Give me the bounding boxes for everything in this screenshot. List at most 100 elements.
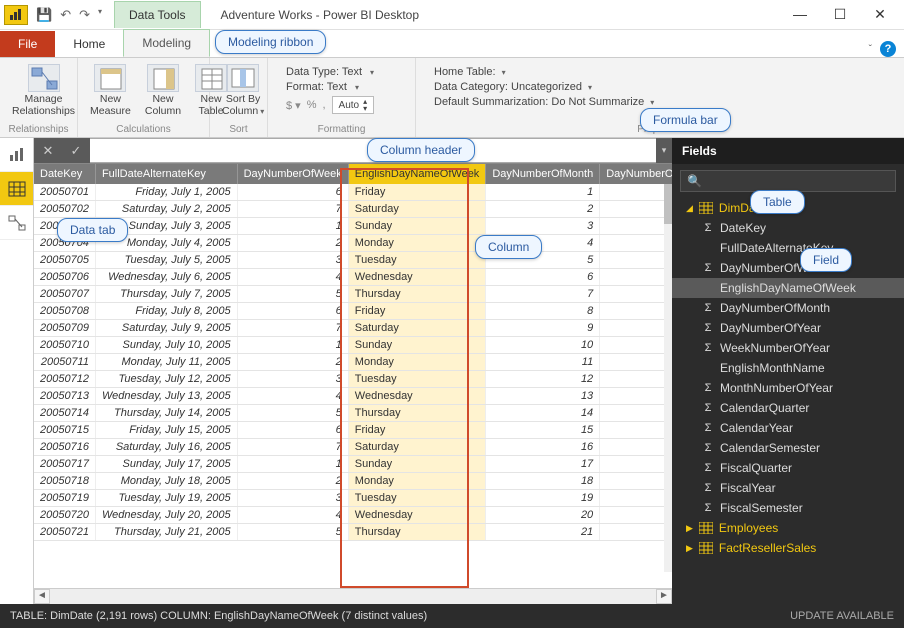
status-bar: TABLE: DimDate (2,191 rows) COLUMN: Engl… — [0, 604, 904, 628]
horizontal-scrollbar[interactable]: ◄ ► — [34, 588, 672, 604]
table-row[interactable]: 20050721Thursday, July 21, 20055Thursday… — [34, 524, 672, 541]
home-table-dropdown[interactable]: Home Table: — [434, 66, 654, 78]
data-tools-tab[interactable]: Data Tools — [114, 1, 200, 28]
percent-button[interactable]: % — [307, 99, 317, 111]
menu-bar: File Home Modeling ˇ ? — [0, 30, 904, 58]
fields-search-input[interactable]: 🔍 — [680, 170, 896, 192]
column-header-EnglishDayNameOfWeek[interactable]: EnglishDayNameOfWeek — [348, 164, 486, 184]
field-node-FiscalQuarter[interactable]: ΣFiscalQuarter — [672, 458, 904, 478]
decimal-auto-spinner[interactable]: Auto▴▾ — [332, 96, 375, 114]
collapse-ribbon-icon[interactable]: ˇ — [869, 44, 872, 55]
callout-formula-bar: Formula bar — [640, 108, 731, 132]
callout-field: Field — [800, 248, 852, 272]
field-node-DayNumberOfMonth[interactable]: ΣDayNumberOfMonth — [672, 298, 904, 318]
scroll-left-icon[interactable]: ◄ — [34, 589, 50, 604]
format-dropdown[interactable]: Format: Text — [286, 81, 374, 93]
field-node-CalendarYear[interactable]: ΣCalendarYear — [672, 418, 904, 438]
default-summarization-dropdown[interactable]: Default Summarization: Do Not Summarize — [434, 96, 654, 108]
formula-expand-icon[interactable]: ▾ — [656, 138, 672, 163]
app-icon — [4, 5, 28, 25]
field-node-MonthNumberOfYear[interactable]: ΣMonthNumberOfYear — [672, 378, 904, 398]
table-row[interactable]: 20050713Wednesday, July 13, 20054Wednesd… — [34, 388, 672, 405]
column-header-DayNumberOfMonth[interactable]: DayNumberOfMonth — [486, 164, 600, 184]
table-row[interactable]: 20050720Wednesday, July 20, 20054Wednesd… — [34, 507, 672, 524]
field-node-EnglishMonthName[interactable]: EnglishMonthName — [672, 358, 904, 378]
field-node-FiscalYear[interactable]: ΣFiscalYear — [672, 478, 904, 498]
manage-relationships-button[interactable]: Manage Relationships — [8, 62, 79, 119]
table-icon — [195, 64, 227, 92]
table-row[interactable]: 20050715Friday, July 15, 20056Friday15 — [34, 422, 672, 439]
new-column-button[interactable]: New Column — [141, 62, 185, 119]
callout-data-tab: Data tab — [57, 218, 128, 242]
tab-modeling[interactable]: Modeling — [123, 29, 210, 57]
table-row[interactable]: 20050704Monday, July 4, 20052Monday4 — [34, 235, 672, 252]
field-node-DayNumberOfWeek[interactable]: ΣDayNumberOfWeek — [672, 258, 904, 278]
formula-bar: ✕ ✓ ▾ — [34, 138, 672, 164]
status-text: TABLE: DimDate (2,191 rows) COLUMN: Engl… — [10, 610, 427, 622]
sigma-icon: Σ — [702, 222, 714, 234]
table-row[interactable]: 20050718Monday, July 18, 20052Monday18 — [34, 473, 672, 490]
column-icon — [147, 64, 179, 92]
quick-access-toolbar: 💾 ↶ ↷ ▾ — [34, 5, 104, 25]
data-view-button[interactable] — [0, 172, 33, 206]
table-row[interactable]: 20050711Monday, July 11, 20052Monday11 — [34, 354, 672, 371]
update-available-link[interactable]: UPDATE AVAILABLE — [790, 610, 894, 622]
field-node-CalendarQuarter[interactable]: ΣCalendarQuarter — [672, 398, 904, 418]
fields-tree: ◢ DimDateΣDateKeyFullDateAlternateKeyΣDa… — [672, 198, 904, 604]
save-icon[interactable]: 💾 — [34, 5, 54, 25]
window-title: Adventure Works - Power BI Desktop — [221, 8, 420, 22]
column-header-FullDateAlternateKey[interactable]: FullDateAlternateKey — [95, 164, 237, 184]
field-node-WeekNumberOfYear[interactable]: ΣWeekNumberOfYear — [672, 338, 904, 358]
table-row[interactable]: 20050717Sunday, July 17, 20051Sunday17 — [34, 456, 672, 473]
tab-home[interactable]: Home — [55, 31, 123, 57]
tab-file[interactable]: File — [0, 31, 55, 57]
redo-icon[interactable]: ↷ — [77, 5, 92, 25]
callout-column: Column — [475, 235, 542, 259]
field-node-DateKey[interactable]: ΣDateKey — [672, 218, 904, 238]
table-row[interactable]: 20050707Thursday, July 7, 20055Thursday7 — [34, 286, 672, 303]
sigma-icon: Σ — [702, 342, 714, 354]
currency-button[interactable]: $ ▾ — [286, 99, 301, 112]
report-view-button[interactable] — [0, 138, 33, 172]
close-button[interactable]: ✕ — [868, 6, 892, 23]
data-type-dropdown[interactable]: Data Type: Text — [286, 66, 374, 78]
table-row[interactable]: 20050702Saturday, July 2, 20057Saturday2 — [34, 201, 672, 218]
table-row[interactable]: 20050714Thursday, July 14, 20055Thursday… — [34, 405, 672, 422]
table-node-FactResellerSales[interactable]: ▶ FactResellerSales — [672, 538, 904, 558]
table-row[interactable]: 20050716Saturday, July 16, 20057Saturday… — [34, 439, 672, 456]
table-row[interactable]: 20050710Sunday, July 10, 20051Sunday10 — [34, 337, 672, 354]
field-node-CalendarSemester[interactable]: ΣCalendarSemester — [672, 438, 904, 458]
table-row[interactable]: 20050712Tuesday, July 12, 20053Tuesday12 — [34, 371, 672, 388]
field-node-FullDateAlternateKey[interactable]: FullDateAlternateKey — [672, 238, 904, 258]
formula-accept-button[interactable]: ✓ — [62, 138, 90, 163]
qat-dropdown-icon[interactable]: ▾ — [96, 5, 104, 25]
table-row[interactable]: 20050705Tuesday, July 5, 20053Tuesday5 — [34, 252, 672, 269]
table-row[interactable]: 20050719Tuesday, July 19, 20053Tuesday19 — [34, 490, 672, 507]
data-grid[interactable]: DateKeyFullDateAlternateKeyDayNumberOfWe… — [34, 164, 672, 588]
column-header-DateKey[interactable]: DateKey — [34, 164, 95, 184]
column-header-DayNumberOfWeek[interactable]: DayNumberOfWeek — [237, 164, 348, 184]
table-row[interactable]: 20050708Friday, July 8, 20056Friday8 — [34, 303, 672, 320]
table-row[interactable]: 20050706Wednesday, July 6, 20054Wednesda… — [34, 269, 672, 286]
sigma-icon: Σ — [702, 322, 714, 334]
table-row[interactable]: 20050703Sunday, July 3, 20051Sunday3 — [34, 218, 672, 235]
model-view-button[interactable] — [0, 206, 33, 240]
field-node-EnglishDayNameOfWeek[interactable]: EnglishDayNameOfWeek — [672, 278, 904, 298]
minimize-button[interactable]: — — [788, 6, 812, 23]
vertical-scrollbar[interactable] — [664, 184, 672, 572]
help-icon[interactable]: ? — [880, 41, 896, 57]
table-row[interactable]: 20050709Saturday, July 9, 20057Saturday9 — [34, 320, 672, 337]
table-row[interactable]: 20050701Friday, July 1, 20056Friday1 — [34, 184, 672, 201]
data-category-dropdown[interactable]: Data Category: Uncategorized — [434, 81, 654, 93]
field-node-FiscalSemester[interactable]: ΣFiscalSemester — [672, 498, 904, 518]
column-header-DayNumberOfYear[interactable]: DayNumberOfYear — [600, 164, 672, 184]
field-node-DayNumberOfYear[interactable]: ΣDayNumberOfYear — [672, 318, 904, 338]
maximize-button[interactable]: ☐ — [828, 6, 852, 23]
table-node-Employees[interactable]: ▶ Employees — [672, 518, 904, 538]
new-measure-button[interactable]: New Measure — [86, 62, 135, 119]
undo-icon[interactable]: ↶ — [58, 5, 73, 25]
formula-cancel-button[interactable]: ✕ — [34, 138, 62, 163]
sigma-icon: Σ — [702, 502, 714, 514]
comma-button[interactable]: , — [322, 99, 325, 111]
scroll-right-icon[interactable]: ► — [656, 589, 672, 604]
